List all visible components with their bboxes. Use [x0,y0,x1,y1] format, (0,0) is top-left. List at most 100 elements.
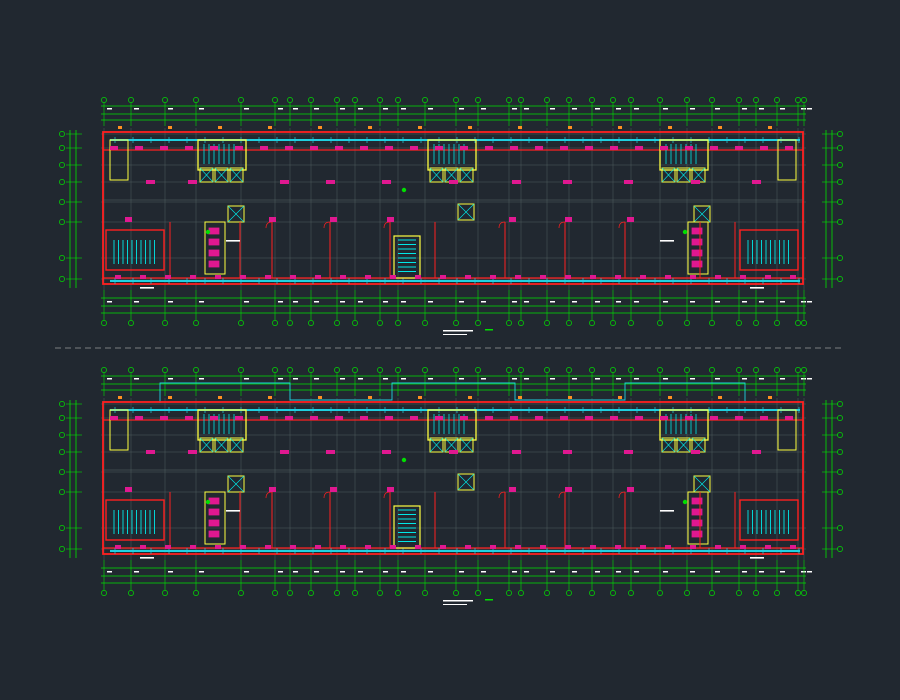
column-north [560,146,568,150]
column-south [490,545,496,549]
dim-text-bottom [690,571,695,573]
column-south [690,545,696,549]
column-north [410,416,418,420]
sanitary-fixture [208,508,220,516]
column-north [210,416,218,420]
dim-text-top [134,378,139,380]
column-south [140,545,146,549]
dim-text-top [715,378,720,380]
column-north [635,416,643,420]
dim-text-bottom [401,571,406,573]
column-south [315,545,321,549]
roof-fixture [568,126,572,129]
dim-text-bottom [780,571,785,573]
dim-text-bottom [358,571,363,573]
dim-text-top [358,378,363,380]
equipment-mark [682,229,688,235]
dim-text-top [807,108,812,110]
dim-text-bottom [715,571,720,573]
column-north [435,416,443,420]
column-south [440,275,446,279]
roof-fixture [368,396,372,399]
dim-text-bottom [459,301,464,303]
dim-text-top [512,378,517,380]
column-north [285,416,293,420]
column [280,450,289,454]
dim-text-bottom [595,301,600,303]
dim-text-bottom [634,571,639,573]
column-north [360,416,368,420]
dim-text-top [481,108,486,110]
roof-fixture [268,126,272,129]
dim-text-top [572,108,577,110]
dim-text-top [314,108,319,110]
dim-text-top [481,378,486,380]
dim-text-bottom [801,301,806,303]
column-north [160,146,168,150]
dim-text-bottom [759,571,764,573]
dim-text-bottom [278,301,283,303]
column-north [685,146,693,150]
column-south [290,545,296,549]
equipment-mark [205,229,211,235]
column-north [635,146,643,150]
column-south [515,545,521,549]
column-south [690,275,696,279]
dim-text-bottom [428,301,433,303]
dim-text-top [759,108,764,110]
column-north [535,146,543,150]
dim-text-top [401,108,406,110]
column [269,217,276,222]
column-south [540,545,546,549]
plan-caption-scale [485,329,493,331]
column-north [710,146,718,150]
column-south [640,545,646,549]
column-south [190,275,196,279]
dim-text-bottom [807,571,812,573]
roof-fixture [318,126,322,129]
equipment-mark [205,499,211,505]
roof-fixture [518,126,522,129]
column-south [615,275,621,279]
dim-text-top [616,108,621,110]
column-north [160,416,168,420]
column-south [640,275,646,279]
column-south [315,275,321,279]
column-north [460,146,468,150]
dim-text-bottom [278,571,283,573]
dim-text-bottom [572,301,577,303]
column-north [560,416,568,420]
dim-text-bottom [459,571,464,573]
column-south [340,545,346,549]
column [752,450,761,454]
column-north [710,416,718,420]
dim-text-top [383,108,388,110]
roof-fixture [768,126,772,129]
column-south [465,545,471,549]
column [509,487,516,492]
column [565,487,572,492]
dim-text-bottom [199,301,204,303]
column-north [735,416,743,420]
column-south [590,545,596,549]
column-north [510,146,518,150]
plan-caption-scale [485,599,493,601]
dim-text-top [550,378,555,380]
dim-text-top [168,108,173,110]
dim-text-bottom [512,571,517,573]
dim-text-top [807,378,812,380]
column-south [390,545,396,549]
column [691,180,700,184]
column [387,217,394,222]
roof-fixture [718,126,722,129]
column-north [385,146,393,150]
dim-text-top [107,378,112,380]
column-south [590,275,596,279]
column-north [685,416,693,420]
column-north [185,416,193,420]
roof-fixture [618,126,622,129]
column [125,487,132,492]
dim-text-top [780,108,785,110]
room-label [660,240,674,242]
dim-text-bottom [107,301,112,303]
